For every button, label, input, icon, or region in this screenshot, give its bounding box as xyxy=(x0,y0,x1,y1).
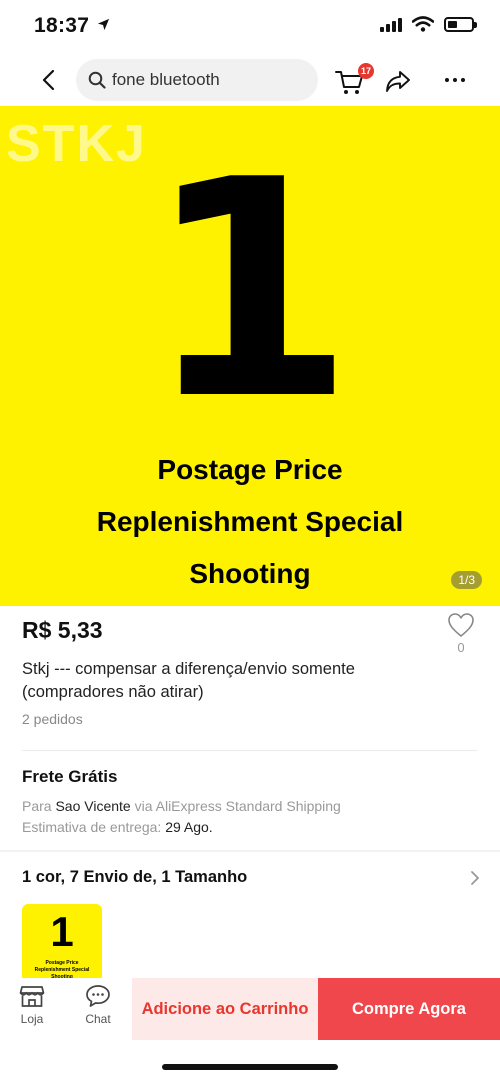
cart-button[interactable]: 17 xyxy=(334,62,375,98)
store-icon xyxy=(19,986,45,1007)
more-options-button[interactable] xyxy=(440,64,470,96)
image-page-indicator: 1/3 xyxy=(451,571,482,589)
shipping-destination: Sao Vicente xyxy=(55,798,131,814)
image-caption: Postage Price Replenishment Special Shoo… xyxy=(0,444,500,600)
image-caption-line: Postage Price xyxy=(157,454,343,485)
image-caption-line: Shooting xyxy=(189,558,311,589)
orders-count: 2 pedidos xyxy=(22,711,83,727)
location-arrow-icon xyxy=(98,18,110,31)
search-input[interactable]: fone bluetooth xyxy=(76,59,318,101)
delivery-estimate-label: Estimativa de entrega: xyxy=(22,819,162,835)
signal-icon xyxy=(380,16,402,32)
status-icons xyxy=(380,16,477,32)
chat-icon xyxy=(86,985,110,1007)
share-icon xyxy=(386,71,410,92)
shipping-route[interactable]: Para Sao Vicente via AliExpress Standard… xyxy=(22,798,341,814)
wishlist-count: 0 xyxy=(457,640,465,655)
more-icon xyxy=(445,78,449,82)
home-indicator[interactable] xyxy=(162,1064,338,1070)
store-button[interactable]: Loja xyxy=(10,984,54,1038)
clock-text: 18:37 xyxy=(34,14,90,37)
thumbnail-caption-line: Postage Price xyxy=(45,960,79,966)
thumbnail-caption-line: Replenishment Special xyxy=(34,967,90,973)
wifi-icon xyxy=(412,16,434,32)
image-big-number: 1 xyxy=(145,116,355,465)
chevron-right-icon xyxy=(471,871,479,885)
delivery-estimate: Estimativa de entrega: 29 Ago. xyxy=(22,819,213,835)
store-label: Loja xyxy=(20,1012,44,1026)
heart-icon xyxy=(448,613,474,637)
back-button[interactable] xyxy=(34,64,62,96)
chat-label: Chat xyxy=(85,1012,111,1026)
battery-icon xyxy=(444,16,477,32)
product-price: R$ 5,33 xyxy=(22,617,103,643)
variant-summary: 1 cor, 7 Envio de, 1 Tamanho xyxy=(22,868,248,886)
chat-button[interactable]: Chat xyxy=(76,984,120,1038)
divider xyxy=(0,850,500,852)
top-navigation: fone bluetooth 17 xyxy=(0,56,500,104)
wishlist-button[interactable]: 0 xyxy=(444,612,478,656)
status-time: 18:37 xyxy=(34,14,110,38)
shipping-via: via AliExpress Standard Shipping xyxy=(134,798,341,814)
thumbnail-number: 1 xyxy=(50,908,74,955)
variant-selector[interactable]: 1 cor, 7 Envio de, 1 Tamanho xyxy=(22,868,480,890)
cart-badge: 17 xyxy=(358,63,375,79)
add-to-cart-button[interactable]: Adicione ao Carrinho xyxy=(132,978,318,1040)
bottom-action-bar: Loja Chat Adicione ao Carrinho Compre Ag… xyxy=(0,978,500,1042)
shipping-to-prefix: Para xyxy=(22,798,52,814)
search-query-text: fone bluetooth xyxy=(112,70,220,89)
shipping-title: Frete Grátis xyxy=(22,767,118,786)
variant-thumbnail[interactable]: 1 Postage Price Replenishment Special Sh… xyxy=(22,904,102,984)
share-button[interactable] xyxy=(384,64,420,96)
back-icon xyxy=(42,69,55,91)
delivery-estimate-date: 29 Ago. xyxy=(165,819,213,835)
product-title: Stkj --- compensar a diferença/envio som… xyxy=(22,660,355,701)
status-bar: 18:37 xyxy=(0,0,500,56)
divider xyxy=(22,750,478,751)
image-caption-line: Replenishment Special xyxy=(96,506,404,537)
search-icon xyxy=(88,71,106,89)
product-image-carousel[interactable]: STKJ 1 Postage Price Replenishment Speci… xyxy=(0,106,500,606)
buy-now-button[interactable]: Compre Agora xyxy=(318,978,500,1040)
